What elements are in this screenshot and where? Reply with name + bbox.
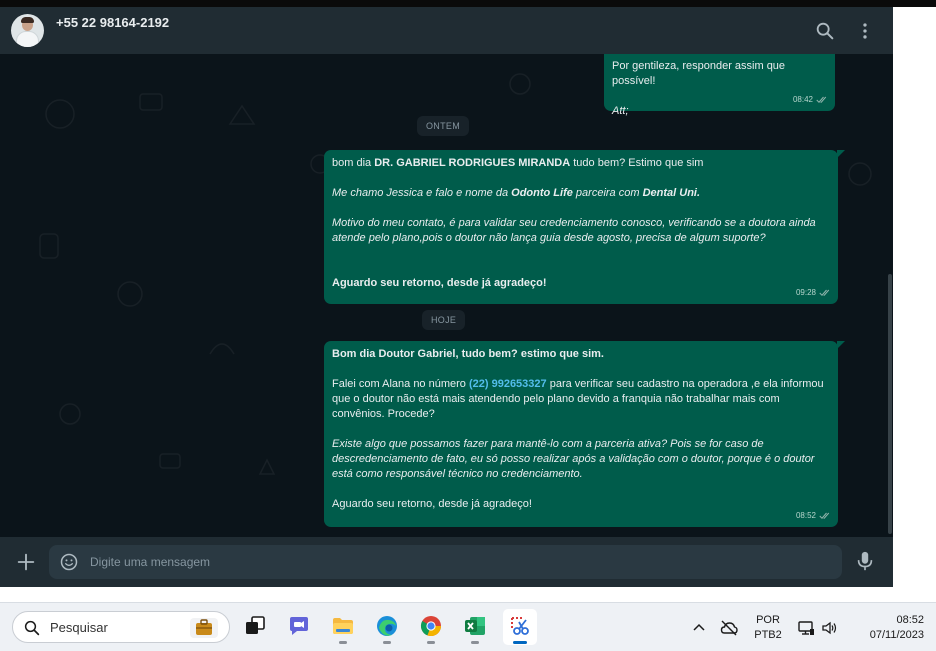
search-icon (24, 620, 40, 636)
microphone-icon[interactable] (854, 549, 876, 573)
search-icon[interactable] (814, 20, 836, 42)
speaker-icon[interactable] (821, 619, 839, 637)
taskbar-task-view[interactable] (238, 609, 272, 645)
double-check-icon (819, 289, 830, 296)
message-time: 09:28 (795, 288, 816, 297)
taskbar-chrome[interactable] (414, 609, 448, 645)
snipping-tool-icon (511, 617, 529, 635)
message-time: 08:42 (792, 95, 813, 104)
message-text: Falei com Alana no número (22) 992653327… (332, 378, 824, 420)
message-text: Me chamo Jessica e falo e nome da Odonto… (332, 187, 701, 199)
excel-icon (465, 617, 485, 635)
clock-time: 08:52 (896, 614, 924, 626)
message-text: Bom dia Doutor Gabriel, tudo bem? estimo… (332, 348, 604, 360)
clock-date: 07/11/2023 (869, 629, 924, 641)
plus-icon[interactable] (15, 551, 37, 573)
top-edge-strip (0, 0, 936, 7)
taskbar-edge[interactable] (370, 609, 404, 645)
taskbar-snipping-tool[interactable] (503, 609, 537, 645)
taskbar-file-explorer[interactable] (326, 609, 360, 645)
teams-chat-icon (290, 617, 308, 635)
message-meta: 08:42 (793, 92, 828, 107)
briefcase-icon (190, 618, 218, 638)
message-text: Aguardo seu retorno, desde já agradeço! (332, 498, 532, 510)
cloud-offline-icon[interactable] (720, 619, 738, 637)
taskbar-search-placeholder: Pesquisar (50, 620, 108, 635)
emoji-icon[interactable] (59, 552, 79, 572)
folder-icon (333, 618, 353, 634)
taskbar-search[interactable]: Pesquisar (12, 611, 230, 643)
double-check-icon (819, 512, 830, 519)
chrome-browser-icon (420, 616, 442, 637)
desktop-background (893, 7, 936, 587)
message-text: Existe algo que possamos fazer para mant… (332, 438, 815, 480)
chevron-up-icon[interactable] (690, 619, 708, 637)
message-bubble-outgoing[interactable]: bom dia DR. GABRIEL RODRIGUES MIRANDA tu… (324, 150, 845, 304)
whatsapp-window: +55 22 98164-2192 Por gentileza, respond… (0, 7, 893, 587)
input-language-indicator[interactable]: POR PTB2 (752, 613, 784, 643)
message-time: 08:52 (795, 511, 816, 520)
edge-browser-icon (377, 616, 397, 636)
chat-messages-area[interactable]: Por gentileza, responder assim que possí… (0, 54, 893, 537)
message-meta: 08:52 (796, 508, 831, 523)
task-view-icon (246, 616, 265, 634)
network-icon[interactable] (797, 619, 815, 637)
phone-link[interactable]: (22) 992653327 (469, 378, 547, 390)
system-clock[interactable]: 08:52 07/11/2023 (848, 613, 924, 643)
taskbar-excel[interactable] (458, 609, 492, 645)
message-input-placeholder: Digite uma mensagem (90, 555, 211, 569)
contact-avatar[interactable] (11, 14, 44, 47)
message-bubble-outgoing[interactable]: Por gentileza, responder assim que possí… (604, 54, 835, 117)
chat-header: +55 22 98164-2192 (0, 7, 893, 54)
message-input[interactable]: Digite uma mensagem (49, 545, 842, 579)
contact-name[interactable]: +55 22 98164-2192 (56, 15, 169, 30)
message-bubble-outgoing[interactable]: Bom dia Doutor Gabriel, tudo bem? estimo… (324, 341, 845, 527)
date-divider-yesterday: ONTEM (417, 116, 469, 136)
chat-scrollbar-thumb[interactable] (888, 274, 892, 534)
windows-taskbar: Pesquisar POR PTB2 08:52 07/11/2023 (0, 602, 936, 651)
date-divider-today: HOJE (422, 310, 466, 330)
message-text: Aguardo seu retorno, desde já agradeço! (332, 277, 547, 289)
message-meta: 09:28 (796, 285, 831, 300)
message-text: bom dia DR. GABRIEL RODRIGUES MIRANDA tu… (332, 157, 704, 169)
message-text: Por gentileza, responder assim que possí… (612, 60, 786, 87)
double-check-icon (816, 96, 827, 103)
taskbar-teams-chat[interactable] (282, 609, 316, 645)
message-text: Motivo do meu contato, é para validar se… (332, 217, 816, 244)
message-composer: Digite uma mensagem (0, 537, 893, 587)
vertical-dots-icon[interactable] (854, 20, 876, 42)
